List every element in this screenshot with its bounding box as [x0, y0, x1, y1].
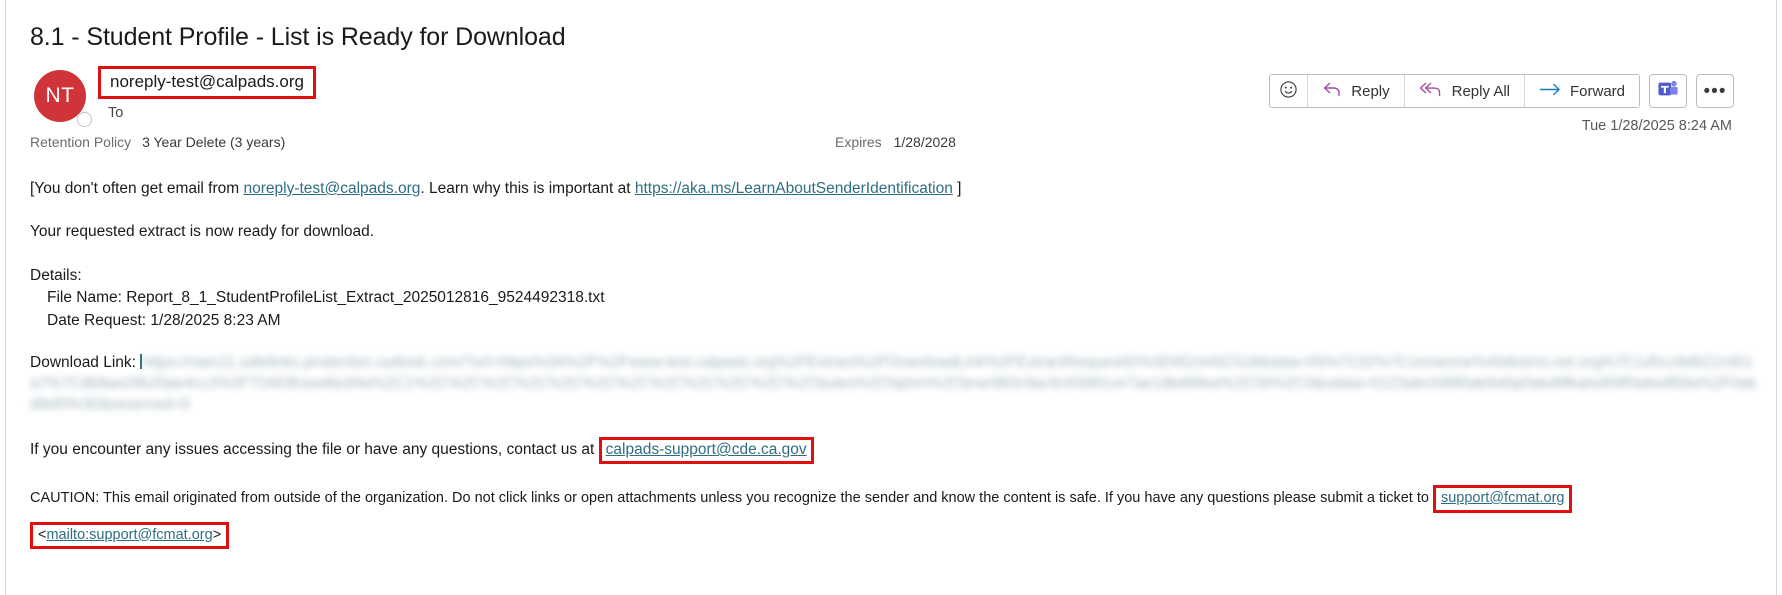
message-timestamp: Tue 1/28/2025 8:24 AM: [1581, 118, 1732, 134]
forward-arrow-icon: [1539, 82, 1562, 101]
reply-arrow-icon: [1322, 81, 1343, 102]
retention-policy-label: Retention Policy: [30, 134, 132, 150]
reply-all-arrow-icon: [1419, 81, 1444, 102]
message-toolbar: Reply Reply All Forward •••: [1269, 74, 1734, 108]
reading-pane: 8.1 - Student Profile - List is Ready fo…: [0, 0, 1782, 595]
banner-suffix: ]: [952, 180, 962, 197]
caution-line-1: CAUTION: This email originated from outs…: [30, 484, 1758, 513]
detail-date-request: Date Request: 1/28/2025 8:23 AM: [47, 311, 281, 329]
sender-highlight-box: noreply-test@calpads.org: [98, 66, 316, 100]
download-link-row: Download Link: https://nam11.safelinks.p…: [30, 353, 1758, 416]
fcmat-support-highlight-box: support@fcmat.org: [1432, 484, 1573, 513]
banner-prefix: [You don't often get email from: [30, 180, 244, 197]
banner-learn-more-link[interactable]: https://aka.ms/LearnAboutSenderIdentific…: [635, 180, 953, 197]
caution-line-2: <mailto:support@fcmat.org>: [30, 521, 1758, 550]
support-contact-prefix: If you encounter any issues accessing th…: [30, 441, 599, 459]
presence-indicator-icon: [77, 112, 92, 127]
reply-button-group: Reply Reply All Forward: [1269, 74, 1640, 108]
forward-label: Forward: [1569, 82, 1625, 100]
email-body: [You don't often get email from noreply-…: [30, 178, 1758, 550]
expires-group: Expires 1/28/2028: [835, 134, 956, 150]
email-header: NT noreply-test@calpads.org To Reply Rep…: [30, 66, 1758, 140]
more-actions-button[interactable]: •••: [1696, 74, 1734, 108]
mailto-support-link[interactable]: mailto:support@fcmat.org: [46, 527, 212, 543]
ellipsis-icon: •••: [1703, 80, 1727, 102]
reply-label: Reply: [1351, 82, 1390, 100]
detail-file-name: File Name: Report_8_1_StudentProfileList…: [47, 289, 605, 307]
mailto-highlight-box: <mailto:support@fcmat.org>: [30, 521, 230, 550]
caution-text: CAUTION: This email originated from outs…: [30, 489, 1433, 506]
teams-icon: [1657, 79, 1679, 104]
smiley-icon: [1279, 80, 1298, 103]
reply-button[interactable]: Reply: [1308, 75, 1405, 107]
expires-label: Expires: [835, 134, 882, 150]
mailto-close-bracket: >: [212, 526, 222, 543]
email-subject: 8.1 - Student Profile - List is Ready fo…: [30, 23, 566, 51]
recipient-label: To: [108, 105, 124, 122]
download-link-label: Download Link:: [30, 354, 141, 372]
sender-identification-banner: [You don't often get email from noreply-…: [30, 178, 1758, 200]
support-email-highlight-box: calpads-support@cde.ca.gov: [598, 437, 814, 464]
retention-row: Retention Policy 3 Year Delete (3 years)…: [30, 134, 1758, 156]
expires-value: 1/28/2028: [893, 134, 956, 150]
retention-policy-value[interactable]: 3 Year Delete (3 years): [142, 134, 285, 150]
details-section: Details: File Name: Report_8_1_StudentPr…: [30, 265, 1758, 332]
reply-all-button[interactable]: Reply All: [1404, 75, 1525, 107]
fcmat-support-email-link[interactable]: support@fcmat.org: [1441, 490, 1565, 506]
banner-middle: . Learn why this is important at: [420, 180, 635, 197]
teams-share-button[interactable]: [1649, 74, 1687, 108]
forward-button[interactable]: Forward: [1524, 75, 1639, 107]
body-intro-text: Your requested extract is now ready for …: [30, 223, 375, 241]
details-heading: Details:: [30, 266, 82, 284]
download-link-url-redacted[interactable]: https://nam11.safelinks.protection.outlo…: [30, 354, 1756, 413]
caution-notice: CAUTION: This email originated from outs…: [30, 484, 1758, 550]
avatar[interactable]: NT: [34, 70, 92, 127]
banner-sender-link[interactable]: noreply-test@calpads.org: [244, 180, 421, 197]
sender-email[interactable]: noreply-test@calpads.org: [110, 72, 304, 91]
reply-all-label: Reply All: [1451, 82, 1510, 100]
react-smiley-button[interactable]: [1270, 75, 1309, 107]
calpads-support-email-link[interactable]: calpads-support@cde.ca.gov: [606, 441, 807, 458]
support-contact-line: If you encounter any issues accessing th…: [30, 437, 1758, 464]
sender-block: noreply-test@calpads.org To: [98, 66, 316, 121]
